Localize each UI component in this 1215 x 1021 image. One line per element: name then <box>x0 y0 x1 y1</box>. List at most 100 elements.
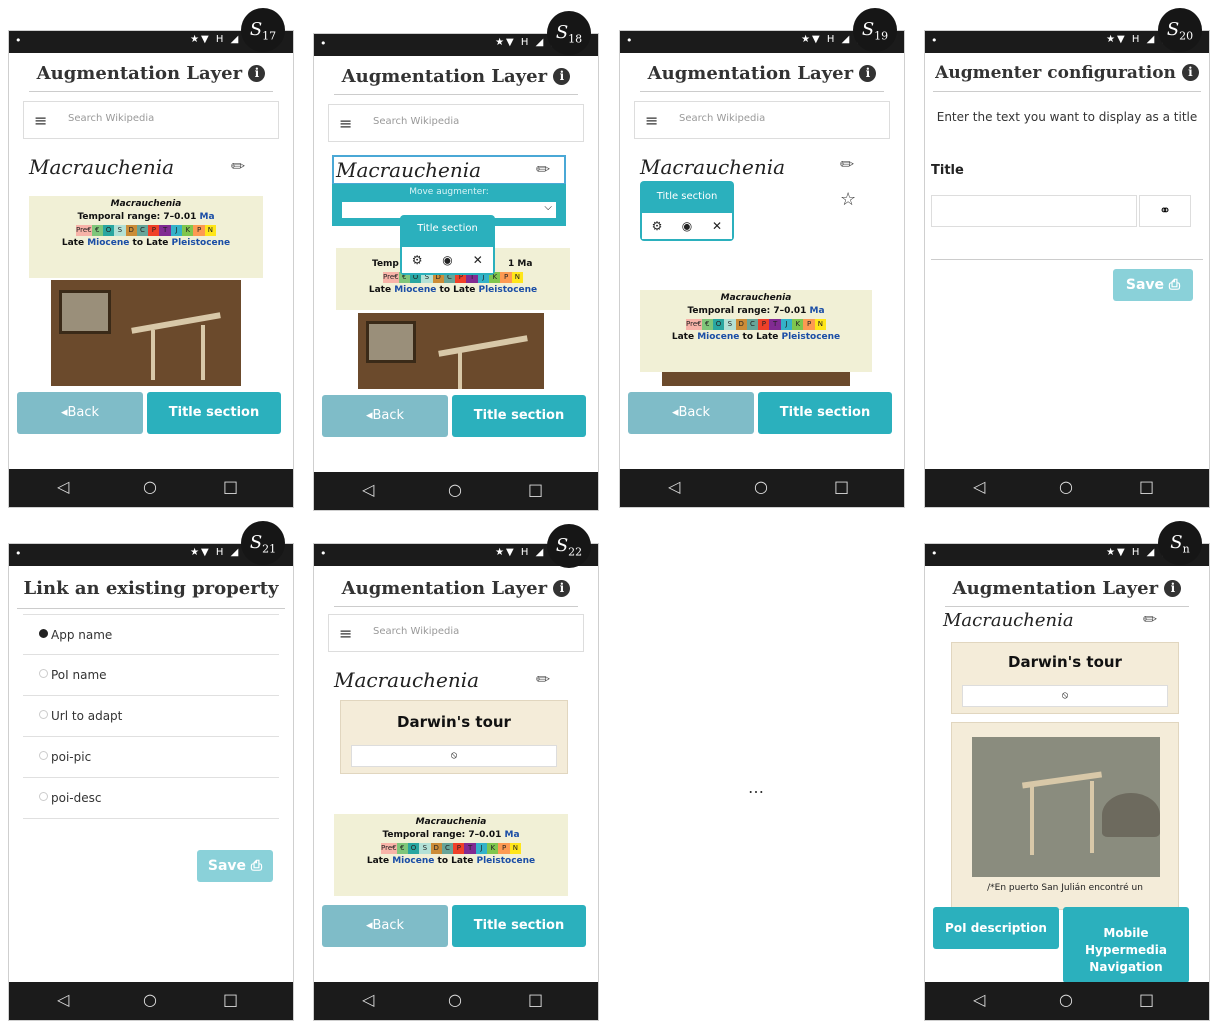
edit-pencil-icon[interactable]: ✏ <box>1143 610 1157 630</box>
property-option[interactable]: Url to adapt <box>23 696 279 737</box>
screen-s20: • ★▼ H ◢ ▮ Augmenter configuration i Ent… <box>924 30 1210 508</box>
home-icon[interactable]: ○ <box>143 990 157 1009</box>
home-icon[interactable]: ○ <box>1059 990 1073 1009</box>
save-button[interactable]: Save ⎙ <box>1113 269 1193 301</box>
home-icon[interactable]: ○ <box>143 477 157 496</box>
save-button[interactable]: Save ⎙ <box>197 850 273 882</box>
edit-pencil-icon[interactable]: ✏ <box>231 157 245 177</box>
back-button[interactable]: ◂Back <box>628 392 754 434</box>
back-icon[interactable]: ◁ <box>668 477 680 496</box>
menu-icon[interactable]: ≡ <box>339 114 352 133</box>
close-icon[interactable]: ✕ <box>702 213 732 239</box>
back-icon[interactable]: ◁ <box>973 990 985 1009</box>
epoch-link[interactable]: Miocene <box>394 285 436 295</box>
move-augmenter-label: Move augmenter: <box>409 187 489 197</box>
info-icon[interactable]: i <box>553 580 571 597</box>
screen-sn: • ★▼ H ◢ ▮ Augmentation Layer i Macrauch… <box>924 543 1210 1021</box>
radio-icon[interactable] <box>39 710 48 719</box>
epoch-text: to Late <box>742 332 779 342</box>
home-icon[interactable]: ○ <box>448 990 462 1009</box>
back-icon[interactable]: ◁ <box>362 480 374 499</box>
back-icon[interactable]: ◁ <box>362 990 374 1009</box>
home-icon[interactable]: ○ <box>1059 477 1073 496</box>
info-icon[interactable]: i <box>1181 64 1199 81</box>
info-icon[interactable]: i <box>248 65 266 82</box>
recent-apps-icon[interactable]: □ <box>223 990 238 1009</box>
range-unit-link[interactable]: Ma <box>810 306 825 316</box>
settings-icon[interactable]: ⚙ <box>642 213 672 239</box>
epoch-link[interactable]: Pleistocene <box>479 285 538 295</box>
home-icon[interactable]: ○ <box>754 477 768 496</box>
radio-icon[interactable] <box>39 751 48 760</box>
title-section-button[interactable]: Title section <box>758 392 892 434</box>
menu-icon[interactable]: ≡ <box>339 624 352 643</box>
search-bar[interactable]: ≡ Search Wikipedia <box>23 101 279 139</box>
epoch-link[interactable]: Pleistocene <box>782 332 841 342</box>
timescale-cell: C <box>746 319 759 330</box>
visibility-toggle[interactable]: ⦸ <box>351 745 557 767</box>
search-placeholder[interactable]: Search Wikipedia <box>373 626 459 637</box>
visibility-icon[interactable]: ◉ <box>672 213 702 239</box>
search-placeholder[interactable]: Search Wikipedia <box>68 113 154 124</box>
title-input[interactable] <box>931 195 1137 227</box>
property-option[interactable]: poi-pic <box>23 737 279 778</box>
back-icon[interactable]: ◁ <box>973 477 985 496</box>
favorite-star-icon[interactable]: ☆ <box>840 189 856 210</box>
title-section-button[interactable]: Title section <box>452 395 586 437</box>
photo-bone <box>201 325 205 380</box>
recent-apps-icon[interactable]: □ <box>223 477 238 496</box>
menu-icon[interactable]: ≡ <box>645 111 658 130</box>
search-placeholder[interactable]: Search Wikipedia <box>373 116 459 127</box>
search-bar[interactable]: ≡ Search Wikipedia <box>328 614 584 652</box>
epoch-link[interactable]: Miocene <box>392 856 434 866</box>
epoch-text: Late <box>368 285 392 295</box>
menu-icon[interactable]: ≡ <box>34 111 47 130</box>
info-icon[interactable]: i <box>1164 580 1182 597</box>
visibility-icon[interactable]: ◉ <box>432 247 462 273</box>
recent-apps-icon[interactable]: □ <box>528 990 543 1009</box>
property-option[interactable]: App name <box>23 614 279 655</box>
title-section-button[interactable]: Title section <box>452 905 586 947</box>
search-placeholder[interactable]: Search Wikipedia <box>679 113 765 124</box>
info-icon[interactable]: i <box>553 68 571 85</box>
property-option[interactable]: PoI name <box>23 655 279 696</box>
radio-selected-icon[interactable] <box>39 629 48 638</box>
range-unit-link[interactable]: Ma <box>505 830 520 840</box>
search-bar[interactable]: ≡ Search Wikipedia <box>328 104 584 142</box>
radio-icon[interactable] <box>39 669 48 678</box>
title-section-button[interactable]: Title section <box>147 392 281 434</box>
back-icon[interactable]: ◁ <box>57 990 69 1009</box>
settings-icon[interactable]: ⚙ <box>402 247 432 273</box>
visibility-toggle[interactable]: ⦸ <box>962 685 1168 707</box>
range-unit-link[interactable]: Ma <box>200 212 215 222</box>
epoch-link[interactable]: Miocene <box>87 238 129 248</box>
back-button[interactable]: ◂Back <box>322 395 448 437</box>
mobile-hypermedia-navigation-button[interactable]: Mobile Hypermedia Navigation <box>1063 907 1189 983</box>
radio-icon[interactable] <box>39 792 48 801</box>
property-option[interactable]: poi-desc <box>23 778 279 819</box>
info-icon[interactable]: i <box>859 65 877 82</box>
home-icon[interactable]: ○ <box>448 480 462 499</box>
edit-pencil-icon[interactable]: ✏ <box>536 160 550 180</box>
recent-apps-icon[interactable]: □ <box>1139 477 1154 496</box>
recent-apps-icon[interactable]: □ <box>528 480 543 499</box>
edit-pencil-icon[interactable]: ✏ <box>536 670 550 690</box>
back-button[interactable]: ◂Back <box>322 905 448 947</box>
recent-apps-icon[interactable]: □ <box>1139 990 1154 1009</box>
epoch-link[interactable]: Pleistocene <box>477 856 536 866</box>
back-icon[interactable]: ◁ <box>57 477 69 496</box>
close-icon[interactable]: ✕ <box>463 247 493 273</box>
page-title-text: Augmentation Layer <box>952 578 1159 599</box>
timescale-cell: Pre€ <box>686 319 702 330</box>
link-property-button[interactable]: ⚭ <box>1139 195 1191 227</box>
recent-apps-icon[interactable]: □ <box>834 477 849 496</box>
back-button[interactable]: ◂Back <box>17 392 143 434</box>
poi-description-button[interactable]: PoI description <box>933 907 1059 949</box>
epoch-link[interactable]: Miocene <box>697 332 739 342</box>
search-bar[interactable]: ≡ Search Wikipedia <box>634 101 890 139</box>
epoch-link[interactable]: Pleistocene <box>172 238 231 248</box>
edit-pencil-icon[interactable]: ✏ <box>840 155 854 175</box>
divider <box>945 606 1189 607</box>
instruction-text: Enter the text you want to display as a … <box>936 110 1198 124</box>
divider <box>29 91 273 92</box>
